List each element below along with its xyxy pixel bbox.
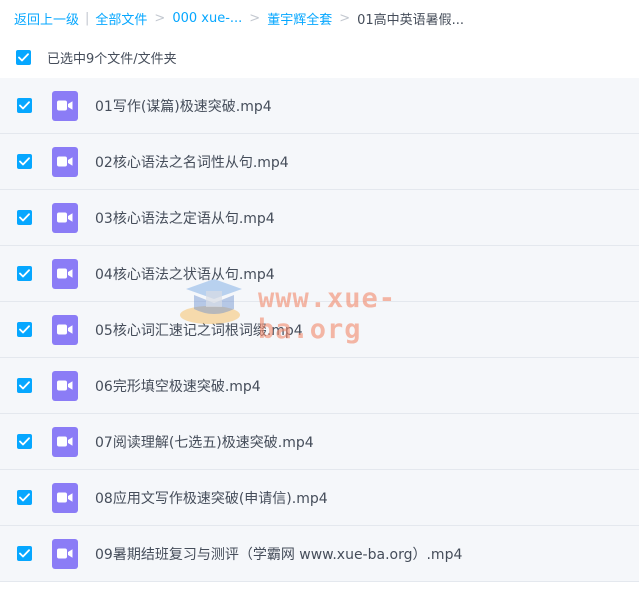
file-checkbox[interactable] xyxy=(17,322,32,337)
chevron-right-icon: > xyxy=(339,10,351,26)
checkmark-icon xyxy=(18,52,29,61)
file-row[interactable]: 02核心语法之名词性从句.mp4 xyxy=(0,134,639,190)
video-file-icon xyxy=(52,90,78,121)
checkmark-icon xyxy=(19,101,30,110)
file-row[interactable]: 01写作(谋篇)极速突破.mp4 xyxy=(0,78,639,134)
file-name[interactable]: 01写作(谋篇)极速突破.mp4 xyxy=(95,96,272,116)
file-name[interactable]: 02核心语法之名词性从句.mp4 xyxy=(95,152,289,172)
file-name[interactable]: 07阅读理解(七选五)极速突破.mp4 xyxy=(95,432,314,452)
breadcrumb-item-subfolder[interactable]: 董宇辉全套 xyxy=(267,9,332,28)
file-checkbox[interactable] xyxy=(17,210,32,225)
file-list: 01写作(谋篇)极速突破.mp4 02核心语法之名词性从句.mp4 03核心语法之定… xyxy=(0,78,639,582)
back-link[interactable]: 返回上一级 xyxy=(14,9,79,28)
checkmark-icon xyxy=(19,269,30,278)
file-name[interactable]: 05核心词汇速记之词根词缀.mp4 xyxy=(95,320,303,340)
file-name[interactable]: 09暑期结班复习与测评（学霸网 www.xue-ba.org）.mp4 xyxy=(95,544,462,564)
file-name[interactable]: 03核心语法之定语从句.mp4 xyxy=(95,208,275,228)
selection-count-label: 已选中9个文件/文件夹 xyxy=(47,51,177,67)
checkmark-icon xyxy=(19,437,30,446)
file-row[interactable]: 09暑期结班复习与测评（学霸网 www.xue-ba.org）.mp4 xyxy=(0,526,639,582)
file-checkbox[interactable] xyxy=(17,378,32,393)
file-checkbox[interactable] xyxy=(17,434,32,449)
chevron-right-icon: > xyxy=(249,10,261,26)
video-file-icon xyxy=(52,482,78,513)
file-row[interactable]: 06完形填空极速突破.mp4 xyxy=(0,358,639,414)
file-row[interactable]: 07阅读理解(七选五)极速突破.mp4 xyxy=(0,414,639,470)
file-checkbox[interactable] xyxy=(17,546,32,561)
file-name[interactable]: 04核心语法之状语从句.mp4 xyxy=(95,264,275,284)
file-checkbox[interactable] xyxy=(17,490,32,505)
checkmark-icon xyxy=(19,157,30,166)
file-row[interactable]: 03核心语法之定语从句.mp4 xyxy=(0,190,639,246)
breadcrumb-current: 01高中英语暑假... xyxy=(357,12,465,28)
checkmark-icon xyxy=(19,381,30,390)
checkmark-icon xyxy=(19,213,30,222)
breadcrumb-item-all-files[interactable]: 全部文件 xyxy=(95,9,147,28)
file-row[interactable]: 05核心词汇速记之词根词缀.mp4 xyxy=(0,302,639,358)
file-name[interactable]: 06完形填空极速突破.mp4 xyxy=(95,376,261,396)
select-all-bar: 已选中9个文件/文件夹 xyxy=(0,40,639,74)
file-checkbox[interactable] xyxy=(17,266,32,281)
video-file-icon xyxy=(52,426,78,457)
video-file-icon xyxy=(52,146,78,177)
breadcrumb-item-folder[interactable]: 000 xue-... xyxy=(172,11,242,26)
select-all-checkbox[interactable] xyxy=(16,49,31,65)
checkmark-icon xyxy=(19,493,30,502)
file-name[interactable]: 08应用文写作极速突破(申请信).mp4 xyxy=(95,488,328,508)
file-row[interactable]: 08应用文写作极速突破(申请信).mp4 xyxy=(0,470,639,526)
video-file-icon xyxy=(52,258,78,289)
chevron-right-icon: > xyxy=(154,10,166,26)
file-row[interactable]: 04核心语法之状语从句.mp4 xyxy=(0,246,639,302)
video-file-icon xyxy=(52,370,78,401)
breadcrumb: 返回上一级 | 全部文件 > 000 xue-... > 董宇辉全套 > 01高… xyxy=(14,8,464,28)
checkmark-icon xyxy=(19,325,30,334)
breadcrumb-separator: | xyxy=(85,10,90,26)
file-checkbox[interactable] xyxy=(17,98,32,113)
video-file-icon xyxy=(52,538,78,569)
video-file-icon xyxy=(52,314,78,345)
video-file-icon xyxy=(52,202,78,233)
file-browser-page: 返回上一级 | 全部文件 > 000 xue-... > 董宇辉全套 > 01高… xyxy=(0,0,639,597)
file-checkbox[interactable] xyxy=(17,154,32,169)
checkmark-icon xyxy=(19,549,30,558)
